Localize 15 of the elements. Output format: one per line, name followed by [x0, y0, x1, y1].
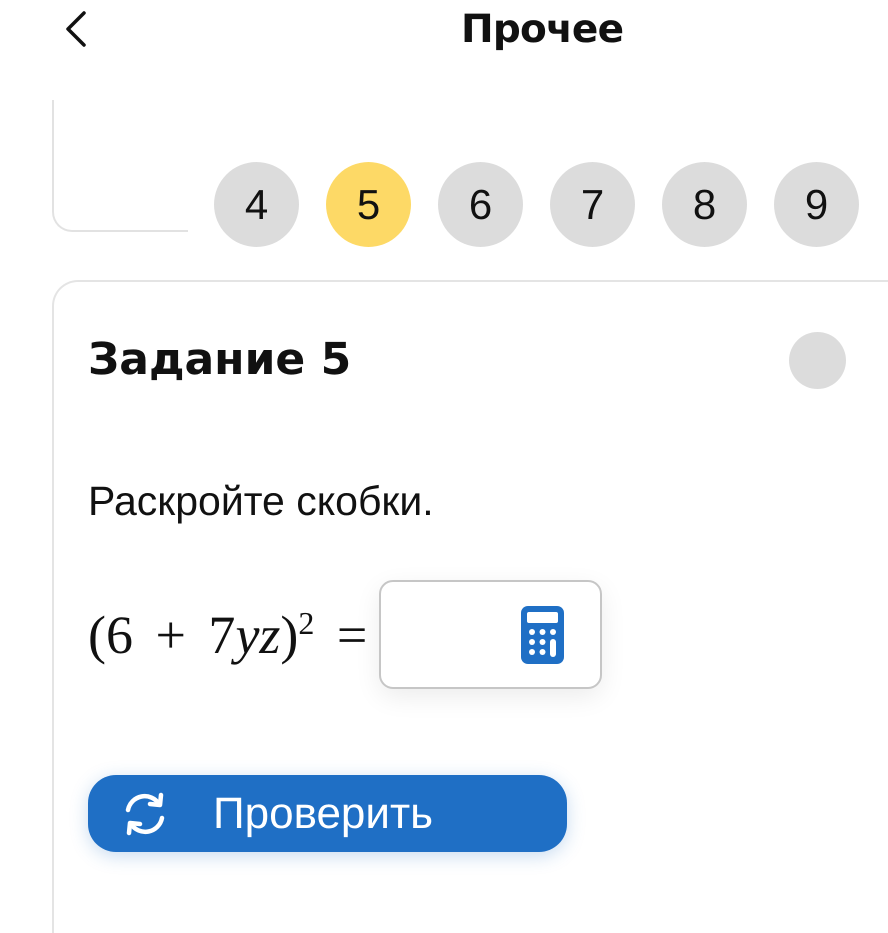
formula-text: (6 + 7yz)$^{2}$ = — [88, 604, 368, 666]
task-number-tab[interactable]: 9 — [774, 162, 859, 247]
task-number-tab[interactable]: 8 — [662, 162, 747, 247]
page-title: Прочее — [461, 10, 624, 48]
task-number-tab[interactable]: 5 — [326, 162, 411, 247]
task-number-tab[interactable]: 4 — [214, 162, 299, 247]
task-number-tab[interactable]: 6 — [438, 162, 523, 247]
answer-field[interactable] — [379, 580, 602, 690]
status-dot-icon — [789, 332, 846, 389]
task-prompt: Раскройте скобки. — [88, 477, 434, 526]
check-button[interactable]: Проверить — [88, 775, 567, 852]
task-title: Задание 5 — [88, 334, 352, 387]
task-number-tab[interactable]: 7 — [550, 162, 635, 247]
back-icon — [65, 11, 87, 47]
calculator-icon[interactable] — [521, 606, 564, 664]
